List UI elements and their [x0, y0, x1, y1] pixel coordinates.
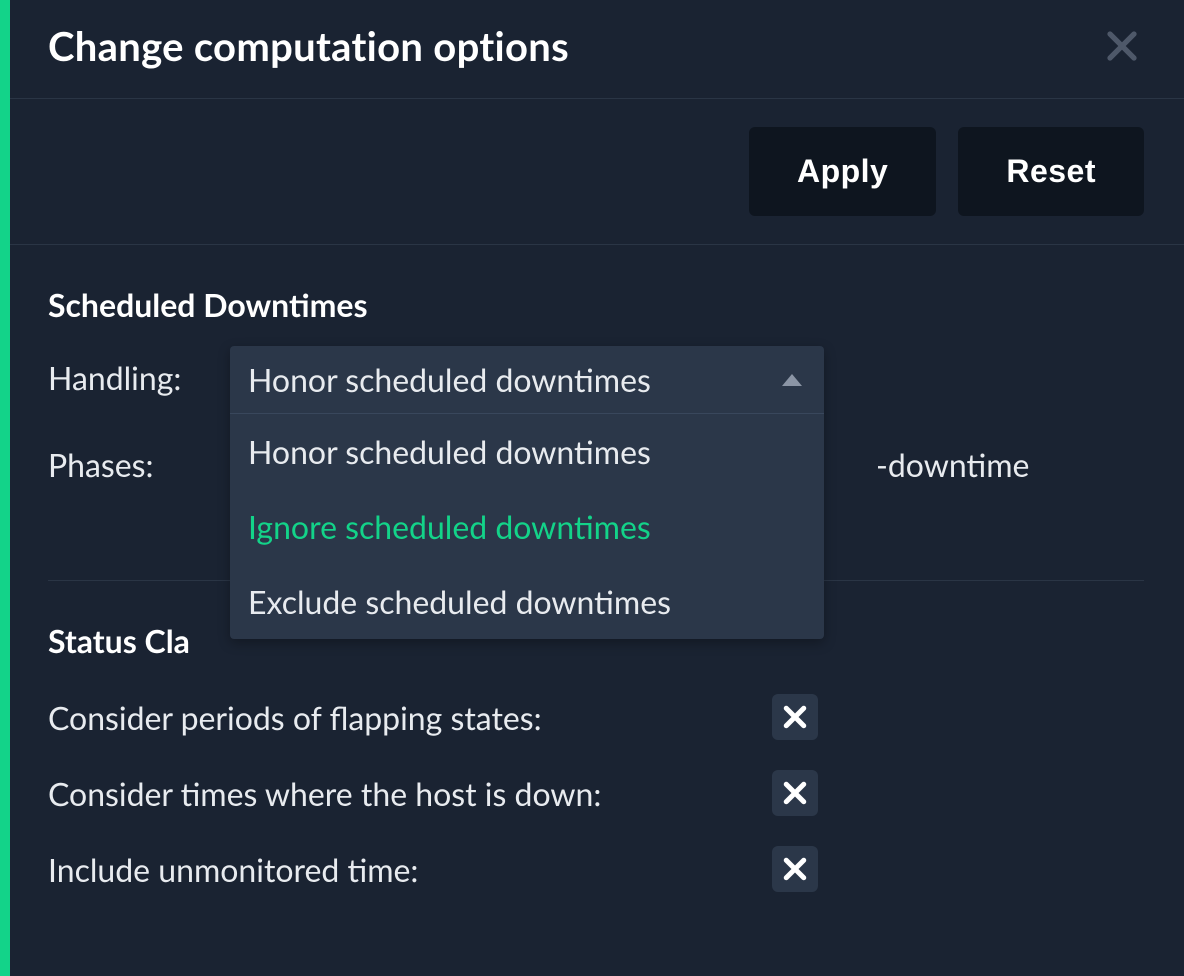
- handling-dropdown: Honor scheduled downtimes Honor schedule…: [230, 346, 824, 639]
- status-label-flapping: Consider periods of flapping states:: [48, 698, 542, 737]
- handling-option-honor[interactable]: Honor scheduled downtimes: [230, 414, 824, 489]
- dialog-panel: Change computation options Apply Reset S…: [10, 0, 1184, 976]
- handling-dropdown-wrapper: Honor scheduled downtimes Honor schedule…: [230, 346, 824, 639]
- phases-label: Phases:: [48, 445, 228, 484]
- handling-label: Handling:: [48, 358, 228, 397]
- scheduled-downtimes-section: Scheduled Downtimes Handling: Honor sche…: [10, 245, 1184, 581]
- close-icon[interactable]: [1100, 24, 1144, 68]
- checkbox-unmonitored[interactable]: [772, 846, 818, 892]
- status-row-host-down: Consider times where the host is down:: [48, 770, 1144, 816]
- caret-up-icon: [782, 374, 802, 386]
- handling-dropdown-selected[interactable]: Honor scheduled downtimes: [230, 346, 824, 414]
- status-label-host-down: Consider times where the host is down:: [48, 774, 601, 813]
- handling-row: Handling: Honor scheduled downtimes Hono…: [48, 358, 1144, 397]
- reset-button[interactable]: Reset: [958, 127, 1144, 216]
- handling-dropdown-selected-text: Honor scheduled downtimes: [248, 360, 651, 399]
- handling-option-exclude[interactable]: Exclude scheduled downtimes: [230, 564, 824, 639]
- apply-button[interactable]: Apply: [749, 127, 936, 216]
- accent-bar: [0, 0, 10, 976]
- status-row-flapping: Consider periods of flapping states:: [48, 694, 1144, 740]
- status-row-unmonitored: Include unmonitored time:: [48, 846, 1144, 892]
- checkbox-flapping[interactable]: [772, 694, 818, 740]
- dialog-header: Change computation options: [10, 0, 1184, 99]
- handling-option-ignore[interactable]: Ignore scheduled downtimes: [230, 489, 824, 564]
- dialog-title: Change computation options: [48, 22, 569, 70]
- status-label-unmonitored: Include unmonitored time:: [48, 850, 418, 889]
- section-title-scheduled: Scheduled Downtimes: [48, 285, 1144, 324]
- actions-row: Apply Reset: [10, 99, 1184, 245]
- checkbox-host-down[interactable]: [772, 770, 818, 816]
- phases-value-suffix: -downtime: [876, 445, 1029, 484]
